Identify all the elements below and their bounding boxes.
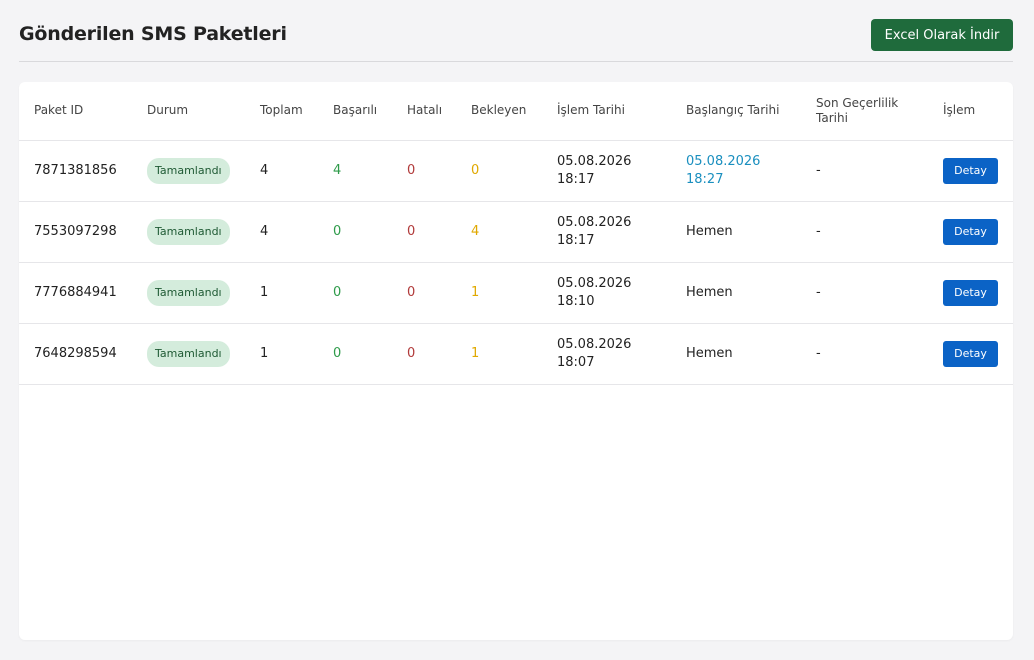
cell-baslangic-tarihi: 05.08.2026 18:27 (686, 140, 816, 201)
cell-basarili: 4 (333, 162, 342, 178)
cell-toplam: 4 (260, 223, 269, 239)
cell-islem-tarihi: 05.08.2026 18:17 (557, 140, 686, 201)
date-text: 05.08.2026 (557, 336, 632, 352)
col-header-baslangic-tarihi: Başlangıç Tarihi (686, 103, 780, 118)
col-header-toplam: Toplam (260, 103, 303, 118)
cell-durum: Tamamlandı (147, 323, 260, 384)
cell-bekleyen: 0 (471, 162, 480, 178)
cell-paket-id: 7553097298 (34, 223, 117, 239)
excel-download-button[interactable]: Excel Olarak İndir (871, 19, 1013, 51)
detail-button[interactable]: Detay (943, 340, 998, 367)
cell-hatali: 0 (407, 223, 416, 239)
cell-islem-tarihi: 05.08.2026 18:10 (557, 262, 686, 323)
cell-hatali: 0 (407, 345, 416, 361)
cell-baslangic-tarihi: Hemen (686, 345, 733, 361)
table-row: 7648298594 Tamamlandı 1 0 0 1 05.08.2026… (19, 323, 1013, 384)
cell-islem: Detay (943, 201, 1013, 262)
detail-button[interactable]: Detay (943, 218, 998, 245)
cell-toplam: 1 (260, 284, 269, 300)
sms-packages-card: Paket ID Durum Toplam Başarılı Hatalı Be… (19, 82, 1013, 640)
col-header-hatali: Hatalı (407, 103, 443, 118)
time-text: 18:07 (557, 354, 595, 370)
start-time-text: 18:27 (686, 171, 724, 187)
table-row: 7871381856 Tamamlandı 4 4 0 0 05.08.2026… (19, 140, 1013, 201)
cell-toplam: 4 (260, 162, 269, 178)
cell-son-gecerlilik: - (816, 223, 821, 239)
cell-islem-tarihi: 05.08.2026 18:17 (557, 201, 686, 262)
col-header-bekleyen: Bekleyen (471, 103, 527, 118)
cell-basarili: 0 (333, 284, 342, 300)
col-header-son-gecerlilik-tarihi: Son Geçerlilik Tarihi (816, 95, 899, 125)
cell-paket-id: 7776884941 (34, 284, 117, 300)
cell-durum: Tamamlandı (147, 140, 260, 201)
table-row: 7553097298 Tamamlandı 4 0 0 4 05.08.2026… (19, 201, 1013, 262)
cell-durum: Tamamlandı (147, 262, 260, 323)
status-badge: Tamamlandı (147, 279, 230, 306)
col-header-durum: Durum (147, 103, 189, 118)
cell-son-gecerlilik: - (816, 345, 821, 361)
cell-basarili: 0 (333, 345, 342, 361)
cell-durum: Tamamlandı (147, 201, 260, 262)
page-title: Gönderilen SMS Paketleri (19, 23, 287, 45)
cell-islem: Detay (943, 140, 1013, 201)
cell-baslangic-tarihi: Hemen (686, 284, 733, 300)
cell-basarili: 0 (333, 223, 342, 239)
cell-bekleyen: 1 (471, 345, 480, 361)
cell-hatali: 0 (407, 162, 416, 178)
detail-button[interactable]: Detay (943, 279, 998, 306)
cell-son-gecerlilik: - (816, 162, 821, 178)
cell-bekleyen: 4 (471, 223, 480, 239)
cell-islem-tarihi: 05.08.2026 18:07 (557, 323, 686, 384)
table-header-row: Paket ID Durum Toplam Başarılı Hatalı Be… (19, 82, 1013, 140)
cell-bekleyen: 1 (471, 284, 480, 300)
cell-islem: Detay (943, 323, 1013, 384)
date-text: 05.08.2026 (557, 214, 632, 230)
time-text: 18:17 (557, 232, 595, 248)
page-header: Gönderilen SMS Paketleri Excel Olarak İn… (19, 19, 1013, 62)
detail-button[interactable]: Detay (943, 157, 998, 184)
col-header-islem-tarihi: İşlem Tarihi (557, 103, 625, 118)
cell-son-gecerlilik: - (816, 284, 821, 300)
col-header-islem: İşlem (943, 103, 976, 118)
cell-hatali: 0 (407, 284, 416, 300)
cell-paket-id: 7648298594 (34, 345, 117, 361)
date-text: 05.08.2026 (557, 275, 632, 291)
cell-toplam: 1 (260, 345, 269, 361)
col-header-paket-id: Paket ID (34, 103, 84, 118)
cell-islem: Detay (943, 262, 1013, 323)
cell-paket-id: 7871381856 (34, 162, 117, 178)
status-badge: Tamamlandı (147, 157, 230, 184)
time-text: 18:10 (557, 293, 595, 309)
col-header-basarili: Başarılı (333, 103, 378, 118)
sms-packages-table: Paket ID Durum Toplam Başarılı Hatalı Be… (19, 82, 1013, 385)
status-badge: Tamamlandı (147, 218, 230, 245)
table-row: 7776884941 Tamamlandı 1 0 0 1 05.08.2026… (19, 262, 1013, 323)
status-badge: Tamamlandı (147, 340, 230, 367)
start-date-text: 05.08.2026 (686, 153, 761, 169)
time-text: 18:17 (557, 171, 595, 187)
date-text: 05.08.2026 (557, 153, 632, 169)
cell-baslangic-tarihi: Hemen (686, 223, 733, 239)
